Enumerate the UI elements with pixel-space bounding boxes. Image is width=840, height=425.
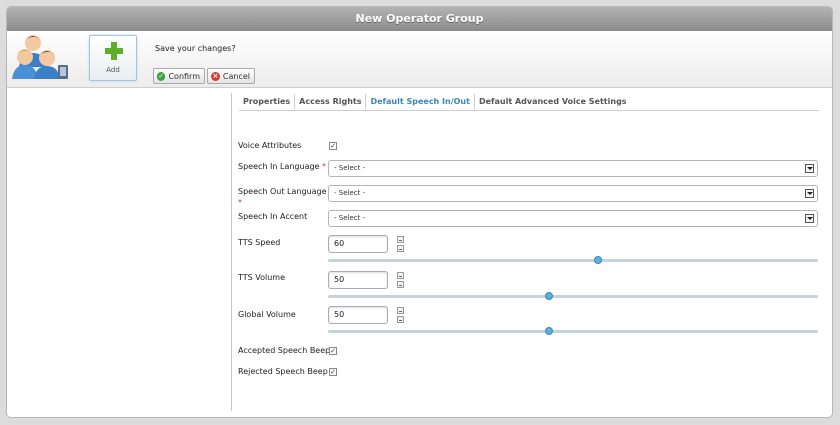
confirm-button[interactable]: ✓ Confirm <box>153 68 205 84</box>
panel-divider <box>231 93 232 411</box>
plus-icon <box>105 42 123 60</box>
save-prompt: Save your changes? <box>155 44 236 53</box>
voice-attributes-checkbox[interactable]: ✓ <box>329 142 337 150</box>
window-title: New Operator Group <box>7 7 832 31</box>
tts-volume-decrement[interactable] <box>397 281 404 288</box>
required-marker: * <box>238 198 242 207</box>
speech-in-accent-select[interactable]: - Select - <box>328 210 818 227</box>
chevron-down-icon <box>805 164 814 173</box>
operator-group-window: New Operator Group Add Save your changes… <box>6 6 833 418</box>
close-icon: × <box>211 71 220 81</box>
tts-volume-slider-handle[interactable] <box>544 292 553 300</box>
tts-volume-slider[interactable] <box>328 292 818 300</box>
speech-in-language-label-text: Speech In Language <box>238 162 320 171</box>
accepted-speech-beep-label: Accepted Speech Beep <box>238 346 331 355</box>
tab-bar: Properties Access Rights Default Speech … <box>239 94 631 110</box>
tts-volume-label: TTS Volume <box>238 273 286 282</box>
tts-volume-input[interactable]: 50 <box>328 271 388 289</box>
tab-default-advanced-voice-settings[interactable]: Default Advanced Voice Settings <box>475 94 631 109</box>
voice-attributes-label: Voice Attributes <box>238 141 302 150</box>
speech-in-accent-label: Speech In Accent <box>238 212 308 221</box>
operator-group-icon <box>12 35 68 79</box>
tab-access-rights[interactable]: Access Rights <box>295 94 367 109</box>
tts-speed-decrement[interactable] <box>397 245 404 252</box>
tts-volume-increment[interactable] <box>397 272 404 279</box>
tab-underline <box>239 110 819 111</box>
global-volume-increment[interactable] <box>397 307 404 314</box>
global-volume-label: Global Volume <box>238 310 296 319</box>
global-volume-decrement[interactable] <box>397 316 404 323</box>
add-button[interactable]: Add <box>89 35 137 81</box>
tts-speed-slider-handle[interactable] <box>593 256 602 264</box>
global-volume-slider-handle[interactable] <box>544 327 553 335</box>
confirm-button-label: Confirm <box>168 71 200 81</box>
accepted-speech-beep-checkbox[interactable]: ✓ <box>329 347 337 355</box>
tts-speed-label: TTS Speed <box>238 238 281 247</box>
chevron-down-icon <box>805 189 814 198</box>
global-volume-slider[interactable] <box>328 327 818 335</box>
speech-out-language-value: - Select - <box>334 189 366 197</box>
speech-in-language-label: Speech In Language * <box>238 162 326 171</box>
cancel-button-label: Cancel <box>222 71 250 81</box>
speech-out-language-select[interactable]: - Select - <box>328 185 818 202</box>
speech-in-accent-value: - Select - <box>334 214 366 222</box>
speech-in-language-value: - Select - <box>334 164 366 172</box>
global-volume-input[interactable]: 50 <box>328 306 388 324</box>
cancel-button[interactable]: × Cancel <box>207 68 255 84</box>
chevron-down-icon <box>805 214 814 223</box>
rejected-speech-beep-label: Rejected Speech Beep <box>238 367 328 376</box>
tts-speed-increment[interactable] <box>397 236 404 243</box>
tts-speed-slider[interactable] <box>328 256 818 264</box>
tab-default-speech-in-out[interactable]: Default Speech In/Out <box>366 94 475 109</box>
tab-properties[interactable]: Properties <box>239 94 296 109</box>
required-marker: * <box>322 162 327 171</box>
speech-out-language-label: Speech Out Language <box>238 187 327 196</box>
tts-speed-input[interactable]: 60 <box>328 235 388 253</box>
toolbar: Add Save your changes? ✓ Confirm × Cance… <box>7 31 832 88</box>
rejected-speech-beep-checkbox[interactable]: ✓ <box>329 368 337 376</box>
checkmark-icon: ✓ <box>157 71 166 81</box>
speech-in-language-select[interactable]: - Select - <box>328 160 818 177</box>
add-button-label: Add <box>106 66 120 74</box>
